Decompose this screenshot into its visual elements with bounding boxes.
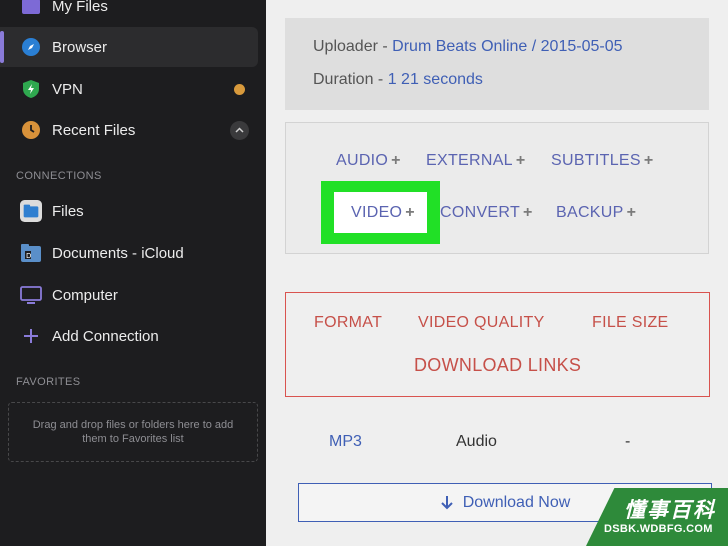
sidebar-item-label: My Files <box>52 0 108 15</box>
column-header-format: FORMAT <box>314 314 383 331</box>
documents-folder-icon: D <box>20 242 42 264</box>
svg-text:D: D <box>26 252 31 260</box>
plus-icon <box>20 325 42 347</box>
tab-subtitles[interactable]: SUBTITLES + <box>551 152 654 170</box>
tab-external[interactable]: EXTERNAL + <box>426 152 526 170</box>
sidebar-item-documents-icloud[interactable]: D Documents - iCloud <box>0 233 258 273</box>
sidebar-item-add-connection[interactable]: Add Connection <box>0 316 258 356</box>
sidebar-item-label: VPN <box>52 80 83 98</box>
sidebar-item-my-files[interactable]: My Files <box>0 0 258 26</box>
files-app-icon <box>20 200 42 222</box>
column-header-video-quality: VIDEO QUALITY <box>418 314 545 331</box>
column-header-download-links: DOWNLOAD LINKS <box>414 355 582 375</box>
download-arrow-icon <box>440 495 453 509</box>
duration-label: Duration - <box>313 71 388 88</box>
uploader-link[interactable]: Drum Beats Online / 2015-05-05 <box>392 38 622 55</box>
video-info-panel: Uploader - Drum Beats Online / 2015-05-0… <box>285 18 709 110</box>
sidebar-item-files[interactable]: Files <box>0 191 258 231</box>
tab-video[interactable]: VIDEO + <box>351 204 415 222</box>
format-cell: MP3 <box>329 433 362 450</box>
watermark-url: DSBK.WDBFG.COM <box>604 523 713 535</box>
sidebar-item-label: Computer <box>52 286 118 304</box>
status-badge <box>234 83 245 95</box>
sidebar-item-vpn[interactable]: VPN <box>0 69 258 109</box>
main-content: Uploader - Drum Beats Online / 2015-05-0… <box>266 0 728 546</box>
duration-value: 1 21 seconds <box>387 71 483 88</box>
size-cell: - <box>625 433 631 450</box>
watermark-title: 懂事百科 <box>624 499 716 522</box>
column-header-file-size: FILE SIZE <box>592 314 669 331</box>
uploader-label: Uploader - <box>313 38 393 55</box>
download-now-label: Download Now <box>462 493 571 511</box>
plus-icon: + <box>391 152 401 169</box>
folder-icon <box>20 0 42 17</box>
plus-icon: + <box>643 152 654 169</box>
sidebar-item-browser[interactable]: Browser <box>0 27 258 67</box>
tab-audio[interactable]: AUDIO + <box>336 152 401 170</box>
plus-icon: + <box>626 204 637 221</box>
clock-icon <box>20 119 42 141</box>
favorites-heading: FAVORITES <box>16 376 81 388</box>
watermark: 懂事百科 DSBK.WDBFG.COM <box>586 488 728 546</box>
uploader-row: Uploader - Drum Beats Online / 2015-05-0… <box>313 38 623 56</box>
favorites-drop-zone[interactable]: Drag and drop files or folders here to a… <box>8 402 258 462</box>
computer-icon <box>20 284 42 306</box>
plus-icon: + <box>515 152 526 169</box>
sidebar-item-label: Recent Files <box>52 121 136 139</box>
formats-table-header <box>285 292 710 397</box>
quality-cell: Audio <box>456 433 497 450</box>
shield-icon <box>20 78 42 100</box>
plus-icon: + <box>523 204 533 221</box>
chevron-up-icon[interactable] <box>230 120 249 140</box>
duration-row: Duration - 1 21 seconds <box>313 71 483 89</box>
sidebar-item-recent-files[interactable]: Recent Files <box>0 110 258 150</box>
sidebar-item-label: Browser <box>52 38 108 56</box>
sidebar-item-label: Files <box>52 202 84 220</box>
sidebar: My Files Browser VPN Recent Files CONNEC… <box>0 0 266 546</box>
sidebar-item-computer[interactable]: Computer <box>0 275 258 315</box>
compass-icon <box>20 36 42 58</box>
sidebar-item-label: Add Connection <box>52 327 159 345</box>
sidebar-item-label: Documents - iCloud <box>52 244 184 262</box>
connections-heading: CONNECTIONS <box>16 170 102 182</box>
tab-convert[interactable]: CONVERT + <box>440 204 533 222</box>
plus-icon: + <box>405 204 415 221</box>
tab-backup[interactable]: BACKUP + <box>556 204 636 222</box>
